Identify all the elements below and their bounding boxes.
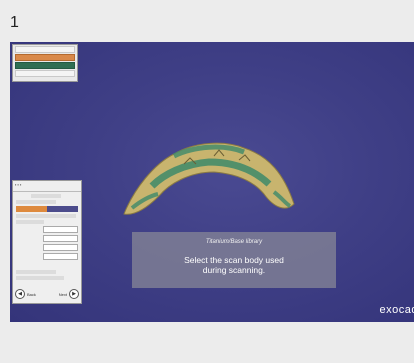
- tab-active[interactable]: [16, 206, 47, 212]
- toolbar-row-highlight[interactable]: [15, 54, 75, 61]
- panel-line: [16, 214, 76, 218]
- dialog-message: Select the scan body used during scannin…: [132, 255, 336, 275]
- top-left-toolbar: [12, 44, 78, 82]
- dialog-message-line1: Select the scan body used: [184, 255, 284, 265]
- step-number: 1: [10, 14, 19, 31]
- option-field[interactable]: [43, 235, 78, 242]
- 3d-viewport[interactable]: ▪ ▪ ▪ ◀ Back Next ▶ Titanium/Base librar…: [10, 42, 414, 322]
- toolbar-row-active[interactable]: [15, 62, 75, 69]
- panel-line: [16, 276, 64, 280]
- dialog-message-line2: during scanning.: [202, 265, 266, 275]
- panel-line: [31, 194, 61, 198]
- brand-logo: exocad: [379, 304, 414, 316]
- panel-line: [16, 200, 56, 204]
- next-arrow-icon[interactable]: ▶: [69, 289, 79, 299]
- library-title: Titanium/Base library: [205, 239, 263, 245]
- panel-line: [16, 220, 44, 224]
- toolbar-row[interactable]: [15, 46, 75, 53]
- toolbar-row[interactable]: [15, 70, 75, 77]
- option-field[interactable]: [43, 253, 78, 260]
- wizard-nav: ◀ Back Next ▶: [15, 288, 79, 300]
- dental-scan-model[interactable]: [114, 134, 304, 229]
- back-label[interactable]: Back: [27, 292, 36, 297]
- panel-header: ▪ ▪ ▪: [13, 181, 81, 192]
- scanbody-selection-dialog: Titanium/Base library Select the scan bo…: [132, 232, 336, 288]
- option-field[interactable]: [43, 226, 78, 233]
- panel-line: [16, 270, 56, 274]
- tutorial-card: 1 ▪ ▪ ▪ ◀ Back Next ▶ Titanium/Base libr…: [0, 0, 414, 363]
- back-arrow-icon[interactable]: ◀: [15, 289, 25, 299]
- left-control-panel: ▪ ▪ ▪ ◀ Back Next ▶: [12, 180, 82, 304]
- option-field[interactable]: [43, 244, 78, 251]
- next-control[interactable]: Next ▶: [59, 289, 79, 299]
- panel-tabs[interactable]: [16, 206, 78, 212]
- tab-inactive[interactable]: [47, 206, 78, 212]
- back-control[interactable]: ◀ Back: [15, 289, 36, 299]
- next-label[interactable]: Next: [59, 292, 67, 297]
